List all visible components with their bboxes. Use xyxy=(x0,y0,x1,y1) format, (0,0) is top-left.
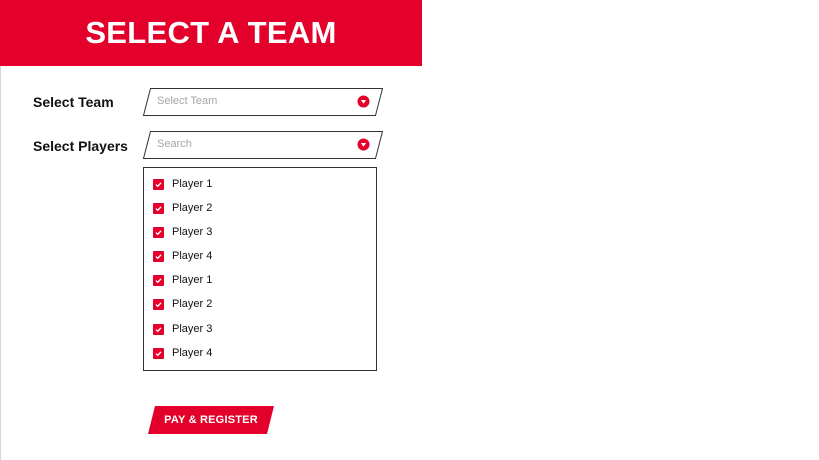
player-label: Player 3 xyxy=(172,226,213,238)
team-select[interactable]: Select Team xyxy=(143,88,383,116)
checkbox-checked[interactable] xyxy=(153,178,164,190)
team-select-placeholder: Select Team xyxy=(157,95,218,107)
chevron-down-icon[interactable] xyxy=(357,138,370,151)
checkmark-icon xyxy=(155,301,162,307)
player-label: Player 4 xyxy=(172,250,213,262)
player-label: Player 3 xyxy=(172,323,213,335)
list-item-player[interactable]: Player 3 xyxy=(153,225,212,239)
checkbox-checked[interactable] xyxy=(153,202,164,214)
list-item-player[interactable]: Player 2 xyxy=(153,201,212,215)
checkmark-icon xyxy=(155,277,162,283)
page: SELECT A TEAM Select Team Select Team Se… xyxy=(0,0,819,460)
list-item-player[interactable]: Player 1 xyxy=(153,177,212,191)
player-label: Player 4 xyxy=(172,347,213,359)
player-label: Player 1 xyxy=(172,178,213,190)
player-label: Player 2 xyxy=(172,202,213,214)
checkmark-icon xyxy=(155,350,162,356)
chevron-down-icon[interactable] xyxy=(357,95,370,108)
page-title: SELECT A TEAM xyxy=(85,14,337,50)
players-search-input[interactable]: Search xyxy=(143,131,383,159)
checkbox-checked[interactable] xyxy=(153,250,164,262)
list-item-player[interactable]: Player 3 xyxy=(153,322,212,336)
pay-register-label: PAY & REGISTER xyxy=(164,414,258,426)
pay-register-button[interactable]: PAY & REGISTER xyxy=(148,406,274,434)
players-field-label: Select Players xyxy=(33,138,128,154)
list-item-player[interactable]: Player 4 xyxy=(153,346,212,360)
checkbox-checked[interactable] xyxy=(153,347,164,359)
checkbox-checked[interactable] xyxy=(153,323,164,335)
checkmark-icon xyxy=(155,181,162,187)
checkmark-icon xyxy=(155,205,162,211)
checkmark-icon xyxy=(155,253,162,259)
team-field-label: Select Team xyxy=(33,94,114,110)
player-label: Player 2 xyxy=(172,298,213,310)
header-banner: SELECT A TEAM xyxy=(0,0,422,66)
players-search-placeholder: Search xyxy=(157,138,192,150)
list-item-player[interactable]: Player 4 xyxy=(153,249,212,263)
player-label: Player 1 xyxy=(172,274,213,286)
list-item-player[interactable]: Player 1 xyxy=(153,273,212,287)
list-item-player[interactable]: Player 2 xyxy=(153,297,212,311)
checkbox-checked[interactable] xyxy=(153,298,164,310)
player-list[interactable]: Player 1 Player 2 Player 3 Player 4 Play… xyxy=(143,167,377,371)
checkmark-icon xyxy=(155,326,162,332)
page-divider xyxy=(0,0,1,460)
checkmark-icon xyxy=(155,229,162,235)
checkbox-checked[interactable] xyxy=(153,226,164,238)
checkbox-checked[interactable] xyxy=(153,274,164,286)
